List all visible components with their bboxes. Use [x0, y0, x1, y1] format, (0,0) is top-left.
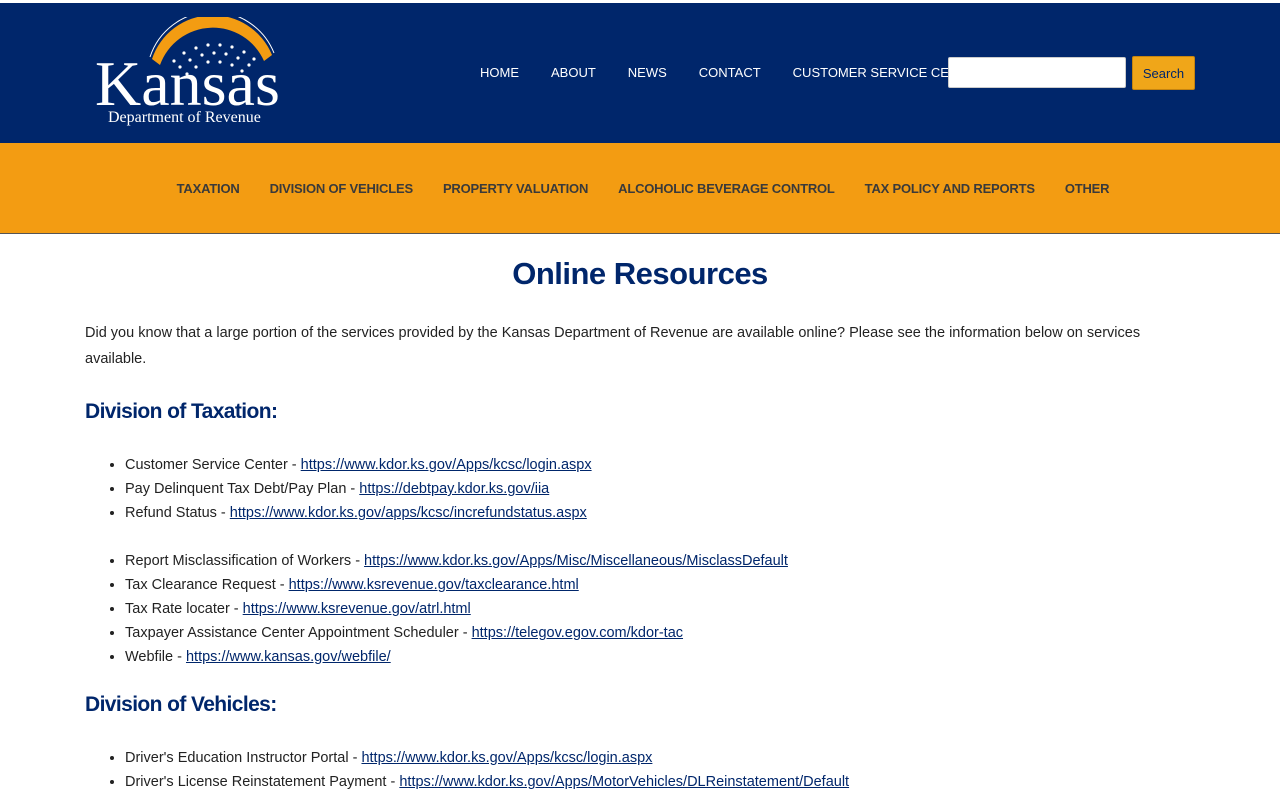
- nav-contact[interactable]: CONTACT: [683, 65, 777, 80]
- resource-link[interactable]: https://www.kdor.ks.gov/apps/kcsc/incref…: [230, 505, 587, 521]
- primary-nav: HOME ABOUT NEWS CONTACT CUSTOMER SERVICE…: [472, 65, 1000, 80]
- division-nav-item: ALCOHOLIC BEVERAGE CONTROL: [603, 181, 850, 196]
- list-item-label: Taxpayer Assistance Center Appointment S…: [125, 625, 472, 641]
- page-title: Online Resources: [512, 256, 768, 291]
- division-nav-item: TAXATION: [162, 181, 255, 196]
- division-nav-item: OTHER: [1050, 181, 1125, 196]
- list-item: Customer Service Center - https://www.kd…: [125, 453, 1195, 477]
- kdor-logo[interactable]: Kansas Department of Revenue: [92, 17, 292, 133]
- resource-link[interactable]: https://www.ksrevenue.gov/atrl.html: [243, 601, 471, 617]
- nav-property-valuation[interactable]: PROPERTY VALUATION: [428, 181, 603, 196]
- list-item: Pay Delinquent Tax Debt/Pay Plan - https…: [125, 477, 1195, 501]
- vehicles-links-list: Driver's Education Instructor Portal - h…: [85, 746, 1195, 794]
- list-item: Driver's License Reinstatement Payment -…: [125, 770, 1195, 794]
- nav-division-of-vehicles[interactable]: DIVISION OF VEHICLES: [255, 181, 428, 196]
- resource-link[interactable]: https://www.kdor.ks.gov/Apps/MotorVehicl…: [399, 774, 849, 790]
- search-input[interactable]: [948, 57, 1126, 88]
- main-content: Online Resources Did you know that a lar…: [0, 256, 1280, 794]
- list-item-label: Driver's Education Instructor Portal -: [125, 750, 362, 766]
- nav-news[interactable]: NEWS: [612, 65, 683, 80]
- logo-subtitle: Department of Revenue: [108, 109, 261, 126]
- list-item-label: Tax Rate locater -: [125, 601, 243, 617]
- list-item: Webfile - https://www.kansas.gov/webfile…: [125, 645, 1195, 669]
- division-nav-list: TAXATION DIVISION OF VEHICLES PROPERTY V…: [162, 181, 1125, 196]
- list-item: Report Misclassification of Workers - ht…: [125, 549, 1195, 573]
- list-item: Taxpayer Assistance Center Appointment S…: [125, 621, 1195, 645]
- list-item-label: Webfile -: [125, 649, 186, 665]
- list-item-label: Customer Service Center -: [125, 457, 301, 473]
- resource-link[interactable]: https://www.kdor.ks.gov/Apps/Misc/Miscel…: [364, 553, 788, 569]
- taxation-links-list-2: Report Misclassification of Workers - ht…: [85, 549, 1195, 669]
- list-item: Driver's Education Instructor Portal - h…: [125, 746, 1195, 770]
- nav-tax-policy-and-reports[interactable]: TAX POLICY AND REPORTS: [850, 181, 1050, 196]
- resource-link[interactable]: https://www.kdor.ks.gov/Apps/kcsc/login.…: [361, 750, 652, 766]
- nav-home[interactable]: HOME: [472, 65, 535, 80]
- resource-link[interactable]: https://www.ksrevenue.gov/taxclearance.h…: [289, 577, 579, 593]
- search-button[interactable]: Search: [1132, 56, 1195, 90]
- section-heading-vehicles: Division of Vehicles:: [85, 693, 277, 716]
- list-item: Tax Rate locater - https://www.ksrevenue…: [125, 597, 1195, 621]
- resource-link[interactable]: https://www.kansas.gov/webfile/: [186, 649, 391, 665]
- division-nav: TAXATION DIVISION OF VEHICLES PROPERTY V…: [0, 143, 1280, 234]
- division-nav-item: PROPERTY VALUATION: [428, 181, 603, 196]
- section-heading-taxation: Division of Taxation:: [85, 400, 278, 423]
- division-nav-item: DIVISION OF VEHICLES: [255, 181, 428, 196]
- resource-link[interactable]: https://www.kdor.ks.gov/Apps/kcsc/login.…: [301, 457, 592, 473]
- resource-link[interactable]: https://debtpay.kdor.ks.gov/iia: [359, 481, 549, 497]
- list-item-label: Report Misclassification of Workers -: [125, 553, 365, 569]
- list-item: Tax Clearance Request - https://www.ksre…: [125, 573, 1195, 597]
- nav-taxation[interactable]: TAXATION: [162, 181, 255, 196]
- list-item-label: Pay Delinquent Tax Debt/Pay Plan -: [125, 481, 360, 497]
- site-header: Kansas Department of Revenue HOME ABOUT …: [0, 3, 1280, 143]
- nav-other[interactable]: OTHER: [1050, 181, 1125, 196]
- taxation-links-list: Customer Service Center - https://www.kd…: [85, 453, 1195, 525]
- nav-about[interactable]: ABOUT: [535, 65, 612, 80]
- intro-paragraph: Did you know that a large portion of the…: [85, 325, 1141, 367]
- list-item: Refund Status - https://www.kdor.ks.gov/…: [125, 501, 1195, 525]
- list-item-label: Driver's License Reinstatement Payment -: [125, 774, 400, 790]
- list-item-label: Tax Clearance Request -: [125, 577, 289, 593]
- nav-alcoholic-beverage-control[interactable]: ALCOHOLIC BEVERAGE CONTROL: [603, 181, 850, 196]
- resource-link[interactable]: https://telegov.egov.com/kdor-tac: [472, 625, 683, 641]
- division-nav-item: TAX POLICY AND REPORTS: [850, 181, 1050, 196]
- list-item-label: Refund Status -: [125, 505, 230, 521]
